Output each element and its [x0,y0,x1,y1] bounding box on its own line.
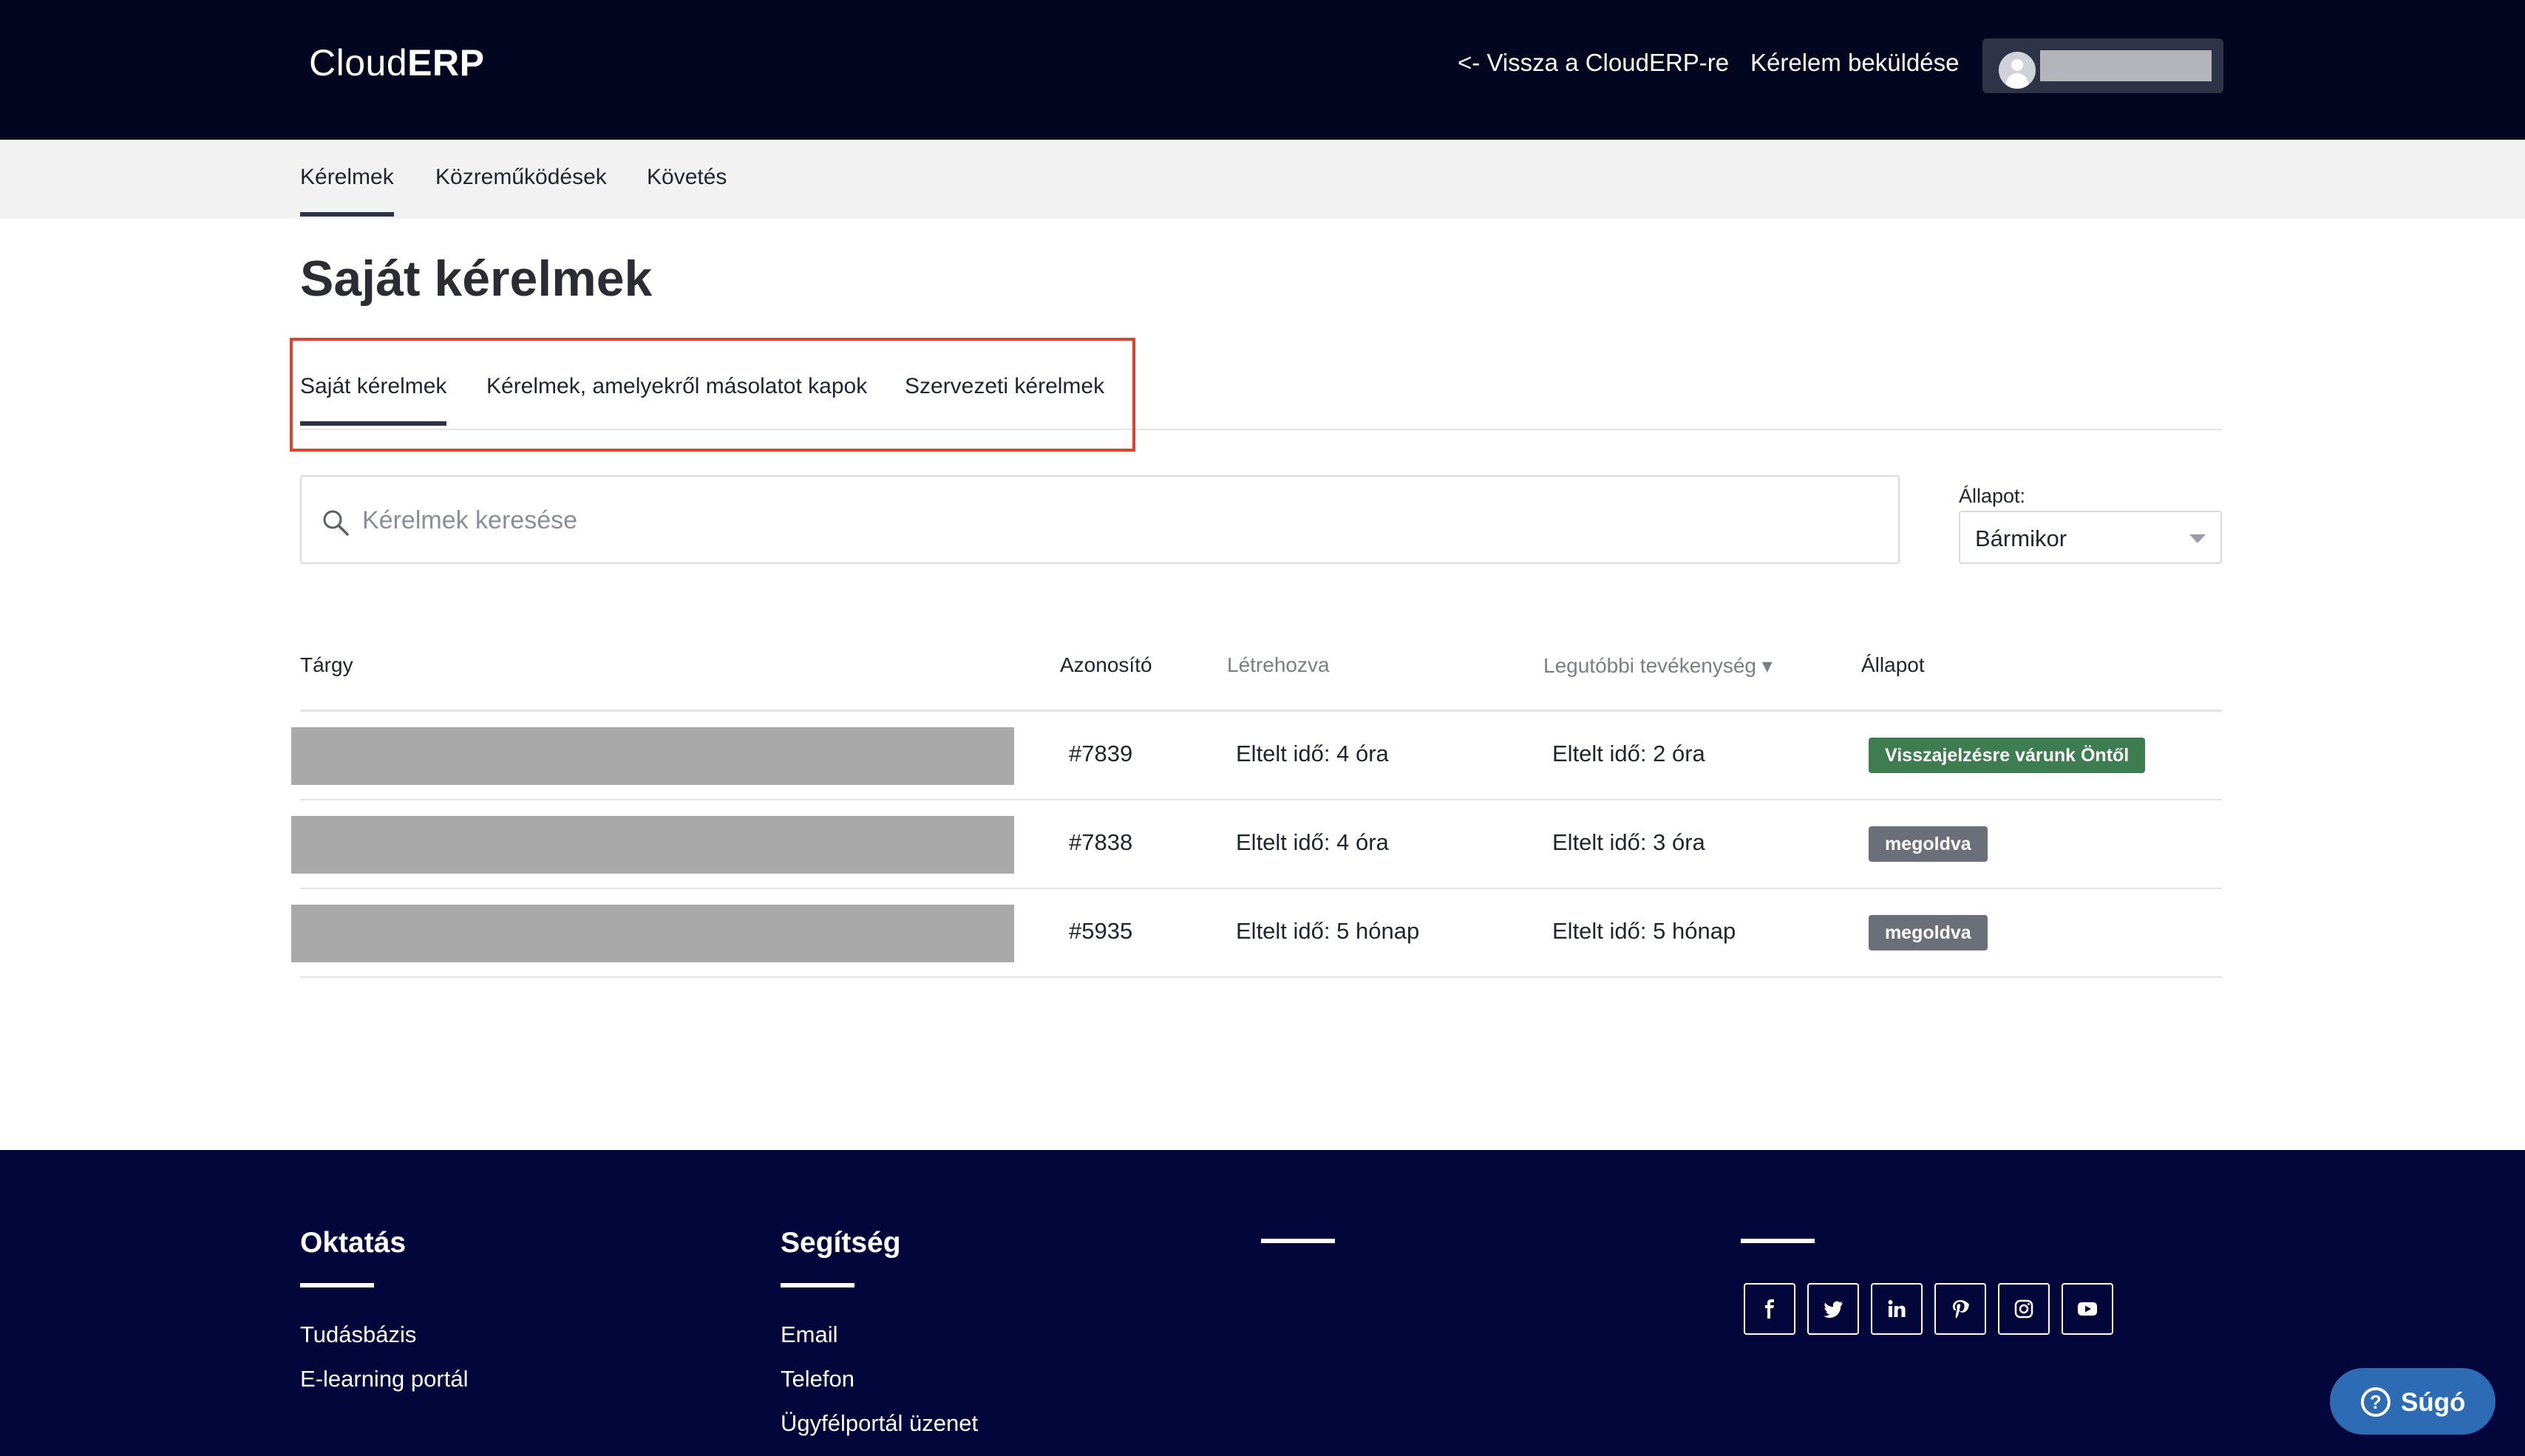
footer-link-elearning[interactable]: E-learning portál [300,1366,468,1392]
search-input[interactable] [362,499,1870,542]
footer-help-title: Segítség [781,1227,901,1259]
help-button-label: Súgó [2401,1388,2466,1417]
back-to-clouderp-link[interactable]: <- Vissza a CloudERP-re [1458,49,1729,77]
column-header-subject: Tárgy [300,653,353,676]
subject-redacted[interactable] [291,816,1014,874]
table-row[interactable]: #7838 Eltelt idő: 4 óra Eltelt idő: 3 ór… [0,800,2525,889]
page-title: Saját kérelmek [300,251,653,307]
cloud-erp-logo[interactable]: CloudERP [309,41,484,84]
created-time: Eltelt idő: 4 óra [1236,741,1389,766]
column-header-status: Állapot [1861,653,1925,676]
top-header: CloudERP <- Vissza a CloudERP-re Kérelem… [0,0,2525,140]
status-filter-label: Állapot: [1959,485,2026,507]
youtube-button[interactable] [2062,1283,2113,1335]
subject-redacted[interactable] [291,727,1014,785]
last-activity-time: Eltelt idő: 3 óra [1552,829,1705,855]
footer-column-underline [1741,1239,1815,1243]
last-activity-time: Eltelt idő: 5 hónap [1552,918,1736,944]
created-time: Eltelt idő: 5 hónap [1236,918,1420,944]
chevron-down-icon [2189,534,2206,543]
request-id: #5935 [1069,918,1133,944]
footer-link-phone[interactable]: Telefon [781,1366,854,1392]
pinterest-button[interactable] [1934,1283,1986,1335]
footer-link-email[interactable]: Email [781,1321,838,1348]
request-id: #7839 [1069,741,1133,766]
logo-part-2: ERP [407,42,485,84]
twitter-icon [1824,1301,1843,1318]
twitter-button[interactable] [1807,1283,1859,1335]
subnav-contributions[interactable]: Közreműködések [435,165,607,190]
instagram-icon [2014,1299,2033,1319]
table-row[interactable]: #5935 Eltelt idő: 5 hónap Eltelt idő: 5 … [0,888,2525,978]
column-header-last-activity[interactable]: Legutóbbi tevékenység ▾ [1543,653,1773,678]
table-row[interactable]: #7839 Eltelt idő: 4 óra Eltelt idő: 2 ór… [0,711,2525,800]
footer-education-title: Oktatás [300,1227,407,1259]
footer-link-knowledge-base[interactable]: Tudásbázis [300,1321,416,1348]
instagram-button[interactable] [1998,1283,2050,1335]
footer-link-portal-message[interactable]: Ügyfélportál üzenet [781,1410,978,1437]
subnav-following[interactable]: Követés [647,165,727,190]
facebook-icon [1765,1299,1774,1319]
search-box[interactable] [300,475,1900,564]
youtube-icon [2078,1302,2097,1316]
avatar-body [2006,73,2028,89]
user-name-redacted [2040,50,2212,81]
column-header-created[interactable]: Létrehozva [1227,653,1330,677]
subject-redacted[interactable] [291,905,1014,962]
status-badge: megoldva [1869,915,1988,950]
footer: Oktatás Tudásbázis E-learning portál Seg… [0,1150,2525,1456]
footer-title-underline [300,1283,374,1287]
status-filter-select[interactable]: Bármikor [1959,511,2222,564]
linkedin-icon [1888,1300,1906,1317]
request-id: #7838 [1069,829,1133,855]
row-divider [300,976,2222,978]
footer-column-underline [1261,1239,1335,1243]
subnav-requests[interactable]: Kérelmek [300,165,394,217]
question-icon: ? [2361,1387,2390,1417]
search-icon [323,510,349,536]
last-activity-time: Eltelt idő: 2 óra [1552,741,1705,766]
facebook-button[interactable] [1744,1283,1795,1335]
avatar [1999,52,2036,89]
pinterest-icon [1953,1300,1969,1319]
help-button[interactable]: ? Súgó [2330,1368,2495,1435]
user-menu-button[interactable] [1982,38,2223,93]
status-badge: megoldva [1869,826,1988,862]
submit-request-link[interactable]: Kérelem beküldése [1750,49,1960,77]
column-header-id: Azonosító [1060,653,1152,676]
avatar-head [2011,59,2023,71]
tabs-highlight-box [290,338,1135,452]
footer-title-underline [781,1283,854,1287]
logo-part-1: Cloud [309,42,408,84]
status-badge: Visszajelzésre várunk Öntől [1869,738,2146,773]
created-time: Eltelt idő: 4 óra [1236,829,1389,855]
linkedin-button[interactable] [1871,1283,1923,1335]
status-filter-value: Bármikor [1975,525,2067,551]
sub-navigation: Kérelmek Közreműködések Követés [0,140,2525,219]
